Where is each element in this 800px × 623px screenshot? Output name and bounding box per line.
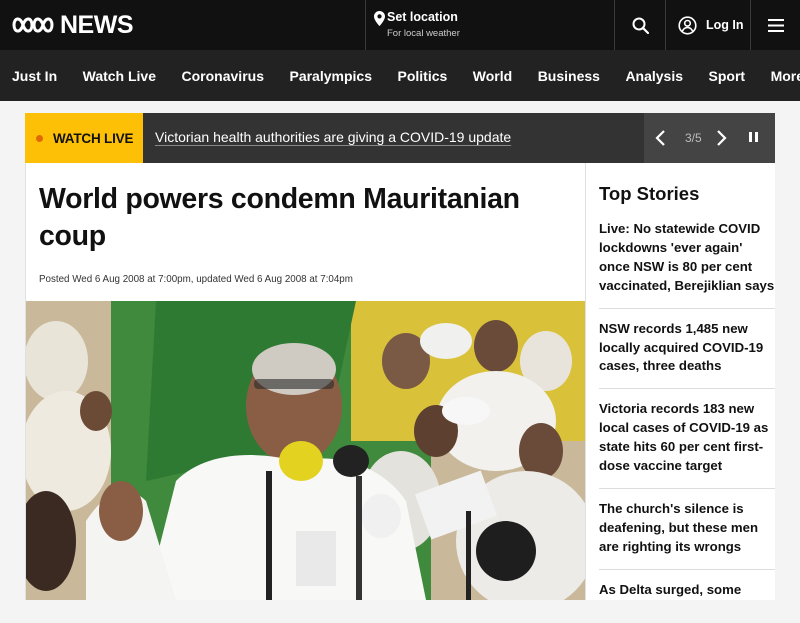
watch-live-headline-link[interactable]: Victorian health authorities are giving … bbox=[155, 129, 511, 145]
top-stories-sidebar: Top Stories Live: No statewide COVID loc… bbox=[586, 163, 775, 600]
top-story-link[interactable]: Live: No statewide COVID lockdowns 'ever… bbox=[599, 220, 775, 309]
set-location-title: Set location bbox=[387, 10, 458, 24]
search-button[interactable] bbox=[615, 0, 666, 50]
watch-live-label: WATCH LIVE bbox=[53, 130, 134, 146]
top-stories-list: Live: No statewide COVID lockdowns 'ever… bbox=[599, 220, 775, 623]
nav-item-just-in[interactable]: Just In bbox=[12, 68, 57, 84]
nav-item-analysis[interactable]: Analysis bbox=[625, 68, 683, 84]
article-timestamp: Posted Wed 6 Aug 2008 at 7:00pm, updated… bbox=[39, 274, 353, 285]
speaker-at-microphones-illustration bbox=[26, 301, 585, 600]
article-hero-image bbox=[26, 301, 585, 600]
nav-item-politics[interactable]: Politics bbox=[397, 68, 447, 84]
top-story-link[interactable]: NSW records 1,485 new locally acquired C… bbox=[599, 320, 775, 390]
main-navigation: Just In Watch Live Coronavirus Paralympi… bbox=[0, 50, 800, 101]
article-title: World powers condemn Mauritanian coup bbox=[39, 183, 520, 252]
logo-text: NEWS bbox=[60, 10, 134, 39]
abc-news-logo[interactable]: NEWS bbox=[12, 10, 134, 39]
ticker-controls: 3/5 bbox=[644, 113, 775, 163]
nav-item-world[interactable]: World bbox=[473, 68, 512, 84]
live-dot-icon bbox=[36, 134, 43, 142]
abc-logo-icon bbox=[12, 17, 54, 33]
nav-item-watch-live[interactable]: Watch Live bbox=[83, 68, 156, 84]
nav-item-more[interactable]: More bbox=[771, 68, 800, 84]
login-label: Log In bbox=[706, 18, 744, 32]
hamburger-menu-icon bbox=[767, 18, 784, 32]
watch-live-ticker: WATCH LIVE Victorian health authorities … bbox=[25, 113, 775, 163]
ticker-counter: 3/5 bbox=[685, 131, 702, 145]
location-pin-icon bbox=[374, 11, 385, 26]
watch-live-badge[interactable]: WATCH LIVE bbox=[25, 113, 143, 163]
menu-button[interactable] bbox=[751, 0, 800, 50]
nav-item-coronavirus[interactable]: Coronavirus bbox=[182, 68, 264, 84]
article-main: World powers condemn Mauritanian coup Po… bbox=[25, 163, 586, 600]
nav-item-business[interactable]: Business bbox=[538, 68, 600, 84]
login-button[interactable]: Log In bbox=[666, 0, 751, 50]
chevron-right-icon[interactable] bbox=[714, 126, 728, 150]
top-story-link[interactable]: As Delta surged, some bbox=[599, 581, 775, 612]
top-stories-heading: Top Stories bbox=[599, 183, 700, 204]
search-icon bbox=[632, 17, 649, 34]
top-story-link[interactable]: The church's silence is deafening, but t… bbox=[599, 500, 775, 570]
chevron-left-icon[interactable] bbox=[654, 126, 668, 150]
nav-item-paralympics[interactable]: Paralympics bbox=[289, 68, 372, 84]
top-bar: NEWS Set location For local weather Log … bbox=[0, 0, 800, 50]
user-icon bbox=[678, 15, 697, 35]
nav-more-label: More bbox=[770, 67, 800, 84]
set-location-button[interactable]: Set location For local weather bbox=[365, 0, 615, 50]
nav-item-sport[interactable]: Sport bbox=[709, 68, 746, 84]
top-story-link[interactable]: Victoria records 183 new local cases of … bbox=[599, 400, 775, 489]
pause-icon[interactable] bbox=[749, 132, 758, 142]
set-location-subtitle: For local weather bbox=[387, 28, 460, 39]
